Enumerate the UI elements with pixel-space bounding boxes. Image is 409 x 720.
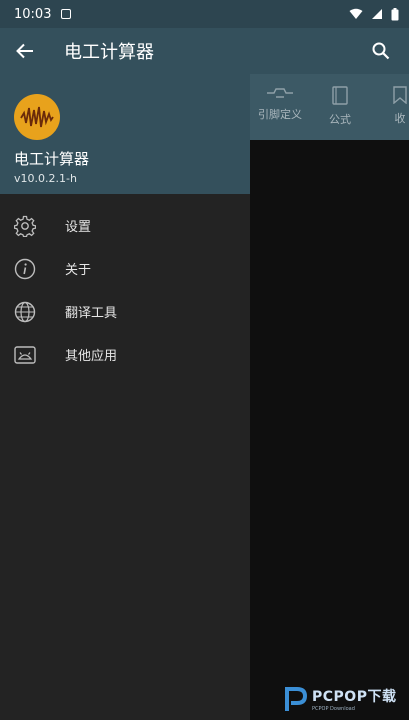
tab-label: 公式 [329, 113, 351, 126]
status-icons [349, 7, 399, 21]
tab-favorites[interactable]: 收 [370, 86, 409, 140]
tab-formula[interactable]: 公式 [310, 86, 370, 140]
info-icon [14, 258, 36, 279]
search-icon [372, 42, 390, 60]
bookmark-icon [393, 86, 407, 104]
watermark-p-icon [285, 687, 308, 711]
battery-icon [391, 7, 399, 20]
search-button[interactable] [353, 28, 409, 74]
menu-item-other-apps[interactable]: 其他应用 [0, 333, 250, 376]
page-title: 电工计算器 [64, 42, 154, 63]
navigation-drawer: 电工计算器 v10.0.2.1-h 设置 关于 翻译工具 其他应用 [0, 74, 250, 720]
menu-item-translate[interactable]: 翻译工具 [0, 290, 250, 333]
watermark-logo: PCPOP下载 PCPOP Download [282, 684, 406, 714]
tab-bar: 引脚定义 公式 收 [250, 74, 409, 140]
menu-item-label: 设置 [65, 220, 92, 235]
waveform-icon [20, 106, 54, 128]
app-logo [14, 94, 60, 140]
tab-label: 引脚定义 [258, 108, 302, 121]
menu-item-settings[interactable]: 设置 [0, 204, 250, 247]
wifi-icon [349, 8, 363, 19]
drawer-app-name: 电工计算器 [14, 150, 90, 168]
gear-icon [14, 215, 36, 237]
drawer-app-version: v10.0.2.1-h [14, 172, 77, 185]
drawer-header: 电工计算器 v10.0.2.1-h [0, 74, 250, 194]
notification-icon [61, 9, 72, 19]
main-content: 引脚定义 公式 收 [250, 74, 409, 720]
menu-item-about[interactable]: 关于 [0, 247, 250, 290]
globe-icon [14, 301, 36, 322]
tab-pinout[interactable]: 引脚定义 [250, 86, 310, 140]
book-icon [332, 86, 348, 105]
pinout-icon [267, 88, 293, 98]
menu-item-label: 其他应用 [65, 349, 118, 364]
android-apps-icon [14, 345, 36, 364]
arrow-left-icon [16, 43, 33, 59]
tab-label: 收 [394, 112, 406, 125]
status-bar: 10:03 [0, 0, 409, 28]
back-button[interactable] [0, 28, 50, 74]
signal-icon [372, 9, 382, 19]
status-time: 10:03 [14, 6, 52, 22]
menu-item-label: 翻译工具 [65, 306, 118, 321]
app-bar: 电工计算器 [0, 28, 409, 74]
menu-item-label: 关于 [65, 263, 92, 278]
drawer-menu: 设置 关于 翻译工具 其他应用 [0, 194, 250, 376]
